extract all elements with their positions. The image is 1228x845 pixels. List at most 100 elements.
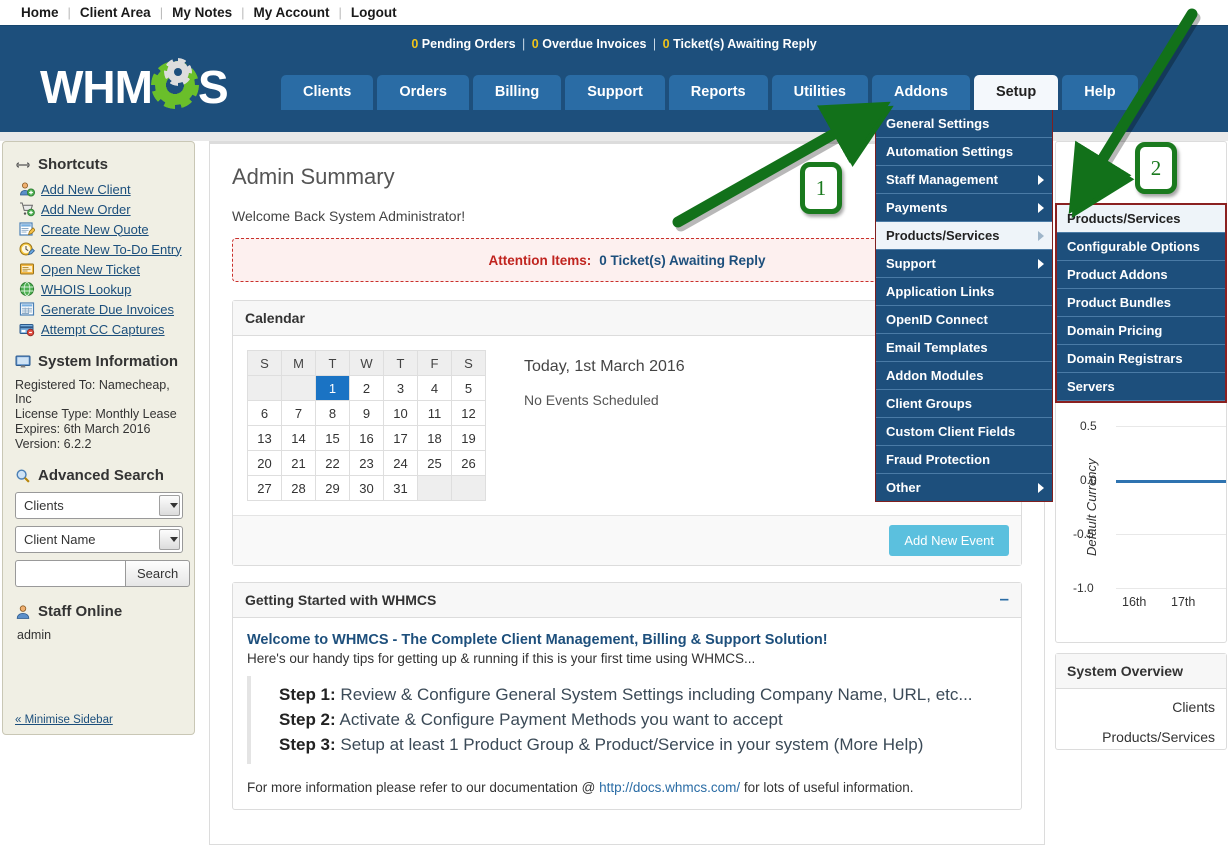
submenu-item-servers[interactable]: Servers: [1057, 373, 1225, 401]
shortcut-label[interactable]: Generate Due Invoices: [41, 302, 174, 317]
step-item: Step 1: Review & Configure General Syste…: [279, 685, 1007, 705]
shortcut-label[interactable]: Create New Quote: [41, 222, 149, 237]
menu-item-support[interactable]: Support: [876, 250, 1052, 278]
nav-link-my-notes[interactable]: My Notes: [163, 5, 241, 20]
shortcut-add-new-client[interactable]: Add New Client: [19, 181, 182, 197]
tab-setup[interactable]: Setup: [973, 75, 1059, 110]
shortcut-add-new-order[interactable]: Add New Order: [19, 201, 182, 217]
calendar-day[interactable]: 27: [247, 475, 282, 501]
overdue-invoices-label[interactable]: Overdue Invoices: [542, 37, 646, 51]
attention-value[interactable]: 0 Ticket(s) Awaiting Reply: [599, 253, 765, 268]
tab-clients[interactable]: Clients: [281, 75, 374, 110]
tab-billing[interactable]: Billing: [472, 75, 562, 110]
menu-item-staff-management[interactable]: Staff Management: [876, 166, 1052, 194]
calendar-day[interactable]: 30: [349, 475, 384, 501]
tickets-awaiting-label[interactable]: Ticket(s) Awaiting Reply: [673, 37, 817, 51]
calendar-day[interactable]: 31: [383, 475, 418, 501]
shortcut-generate-due-invoices[interactable]: Generate Due Invoices: [19, 301, 182, 317]
menu-item-automation-settings[interactable]: Automation Settings: [876, 138, 1052, 166]
shortcut-attempt-cc-captures[interactable]: Attempt CC Captures: [19, 321, 182, 337]
menu-item-products-services[interactable]: Products/Services: [876, 222, 1052, 250]
chevron-down-icon[interactable]: [159, 529, 180, 550]
calendar-day[interactable]: 8: [315, 400, 350, 426]
calendar-day[interactable]: 18: [417, 425, 452, 451]
minimise-sidebar-link[interactable]: « Minimise Sidebar: [15, 714, 113, 726]
submenu-item-domain-pricing[interactable]: Domain Pricing: [1057, 317, 1225, 345]
menu-item-payments[interactable]: Payments: [876, 194, 1052, 222]
calendar-day[interactable]: 22: [315, 450, 350, 476]
calendar-day[interactable]: 26: [451, 450, 486, 476]
menu-item-general-settings[interactable]: General Settings: [876, 110, 1052, 138]
tab-reports[interactable]: Reports: [668, 75, 768, 110]
pending-orders-label[interactable]: Pending Orders: [422, 37, 516, 51]
menu-item-fraud-protection[interactable]: Fraud Protection: [876, 446, 1052, 474]
calendar-day[interactable]: 2: [349, 375, 384, 401]
calendar-day[interactable]: 11: [417, 400, 452, 426]
search-type-select[interactable]: Clients: [15, 492, 183, 519]
submenu-item-domain-registrars[interactable]: Domain Registrars: [1057, 345, 1225, 373]
shortcut-label[interactable]: Add New Client: [41, 182, 131, 197]
calendar-day[interactable]: 16: [349, 425, 384, 451]
tab-utilities[interactable]: Utilities: [771, 75, 868, 110]
calendar-day[interactable]: 6: [247, 400, 282, 426]
minus-icon[interactable]: –: [1000, 590, 1009, 607]
shortcut-create-new-quote[interactable]: Create New Quote: [19, 221, 182, 237]
menu-item-other[interactable]: Other: [876, 474, 1052, 501]
nav-link-home[interactable]: Home: [12, 5, 68, 20]
whmcs-logo[interactable]: WHM S: [40, 61, 229, 110]
calendar-day[interactable]: 5: [451, 375, 486, 401]
submenu-item-product-bundles[interactable]: Product Bundles: [1057, 289, 1225, 317]
menu-item-email-templates[interactable]: Email Templates: [876, 334, 1052, 362]
tab-support[interactable]: Support: [565, 75, 665, 110]
system-overview-row-clients[interactable]: Clients: [1056, 689, 1226, 719]
calendar-day[interactable]: 12: [451, 400, 486, 426]
menu-item-openid-connect[interactable]: OpenID Connect: [876, 306, 1052, 334]
tab-addons[interactable]: Addons: [871, 75, 970, 110]
submenu-item-configurable-options[interactable]: Configurable Options: [1057, 233, 1225, 261]
system-overview-row-products[interactable]: Products/Services: [1056, 719, 1226, 749]
chevron-down-icon[interactable]: [159, 495, 180, 516]
calendar-day[interactable]: 3: [383, 375, 418, 401]
calendar-day-today[interactable]: 1: [315, 375, 350, 401]
tab-help[interactable]: Help: [1062, 75, 1138, 110]
calendar-day[interactable]: 13: [247, 425, 282, 451]
menu-item-client-groups[interactable]: Client Groups: [876, 390, 1052, 418]
calendar-day[interactable]: 24: [383, 450, 418, 476]
calendar-day[interactable]: 23: [349, 450, 384, 476]
calendar-day[interactable]: 15: [315, 425, 350, 451]
menu-item-custom-client-fields[interactable]: Custom Client Fields: [876, 418, 1052, 446]
calendar-day[interactable]: 21: [281, 450, 316, 476]
shortcut-label[interactable]: WHOIS Lookup: [41, 282, 131, 297]
menu-item-addon-modules[interactable]: Addon Modules: [876, 362, 1052, 390]
search-field-select[interactable]: Client Name: [15, 526, 183, 553]
calendar-day[interactable]: 28: [281, 475, 316, 501]
calendar-day[interactable]: 29: [315, 475, 350, 501]
nav-link-logout[interactable]: Logout: [342, 5, 406, 20]
shortcut-label[interactable]: Create New To-Do Entry: [41, 242, 182, 257]
shortcut-open-new-ticket[interactable]: Open New Ticket: [19, 261, 182, 277]
calendar-day[interactable]: 17: [383, 425, 418, 451]
submenu-item-products-services[interactable]: Products/Services: [1057, 205, 1225, 233]
docs-link[interactable]: http://docs.whmcs.com/: [599, 780, 740, 795]
nav-link-my-account[interactable]: My Account: [244, 5, 338, 20]
shortcut-whois-lookup[interactable]: WHOIS Lookup: [19, 281, 182, 297]
calendar-day[interactable]: 14: [281, 425, 316, 451]
calendar-day[interactable]: 10: [383, 400, 418, 426]
tab-orders[interactable]: Orders: [377, 75, 469, 110]
shortcut-label[interactable]: Open New Ticket: [41, 262, 140, 277]
calendar-day[interactable]: 4: [417, 375, 452, 401]
shortcut-create-new-todo[interactable]: Create New To-Do Entry: [19, 241, 182, 257]
shortcut-label[interactable]: Attempt CC Captures: [41, 322, 165, 337]
calendar-day[interactable]: 9: [349, 400, 384, 426]
add-new-event-button[interactable]: Add New Event: [889, 525, 1009, 556]
calendar-day[interactable]: 19: [451, 425, 486, 451]
shortcut-label[interactable]: Add New Order: [41, 202, 131, 217]
search-input[interactable]: [15, 560, 125, 587]
calendar-day[interactable]: 20: [247, 450, 282, 476]
submenu-item-product-addons[interactable]: Product Addons: [1057, 261, 1225, 289]
menu-item-application-links[interactable]: Application Links: [876, 278, 1052, 306]
search-button[interactable]: Search: [125, 560, 191, 587]
calendar-day[interactable]: 25: [417, 450, 452, 476]
calendar-day[interactable]: 7: [281, 400, 316, 426]
nav-link-client-area[interactable]: Client Area: [71, 5, 160, 20]
